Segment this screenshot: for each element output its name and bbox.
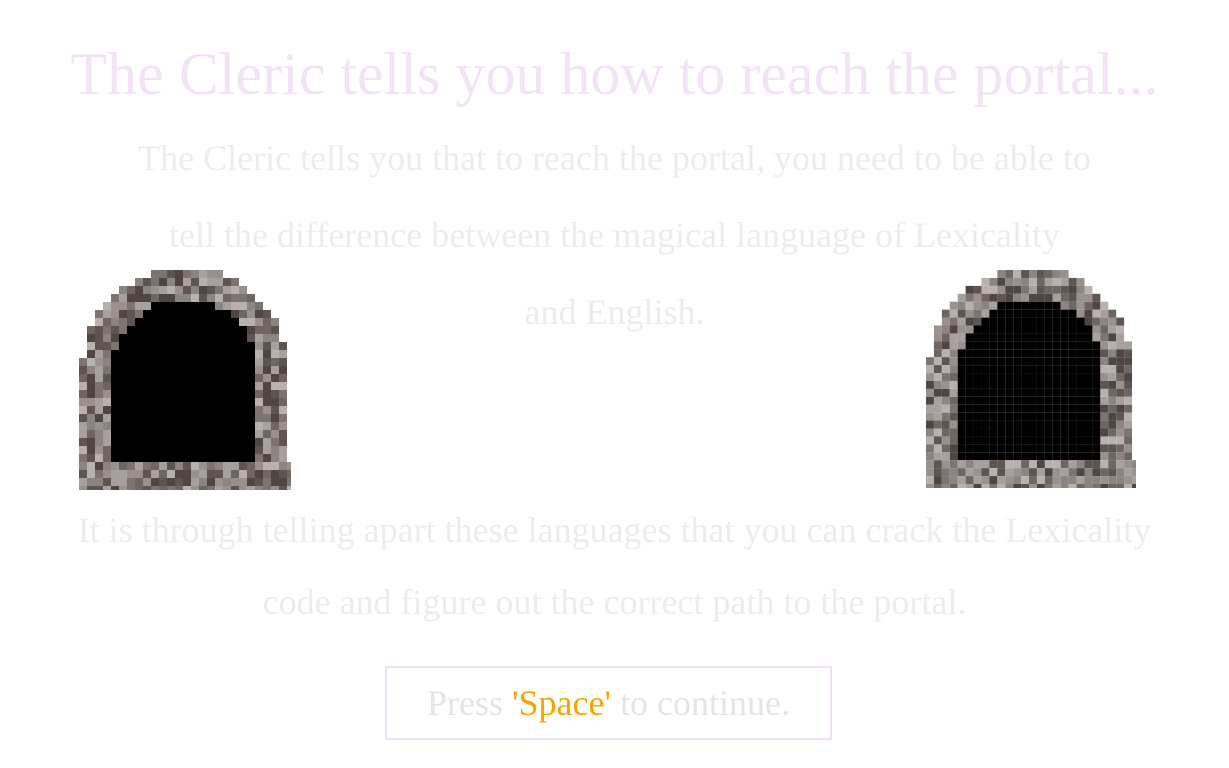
- story-line: code and figure out the correct path to …: [262, 582, 967, 622]
- stone-archway-icon: [79, 270, 291, 490]
- stone-archway-icon: [926, 270, 1136, 488]
- story-line: It is through telling apart these langua…: [77, 510, 1152, 550]
- space-key-label: 'Space': [512, 683, 611, 723]
- portal-archway-right-icon: [926, 270, 1136, 488]
- story-line: The Cleric tells you that to reach the p…: [138, 138, 1091, 178]
- portal-archway-left-icon: [79, 270, 291, 490]
- prompt-text-after: to continue.: [610, 683, 790, 723]
- prompt-text-before: Press: [427, 683, 513, 723]
- screen-title: The Cleric tells you how to reach the po…: [70, 41, 1159, 107]
- story-line: tell the difference between the magical …: [169, 215, 1060, 255]
- continue-prompt-button[interactable]: Press 'Space' to continue.: [385, 666, 832, 740]
